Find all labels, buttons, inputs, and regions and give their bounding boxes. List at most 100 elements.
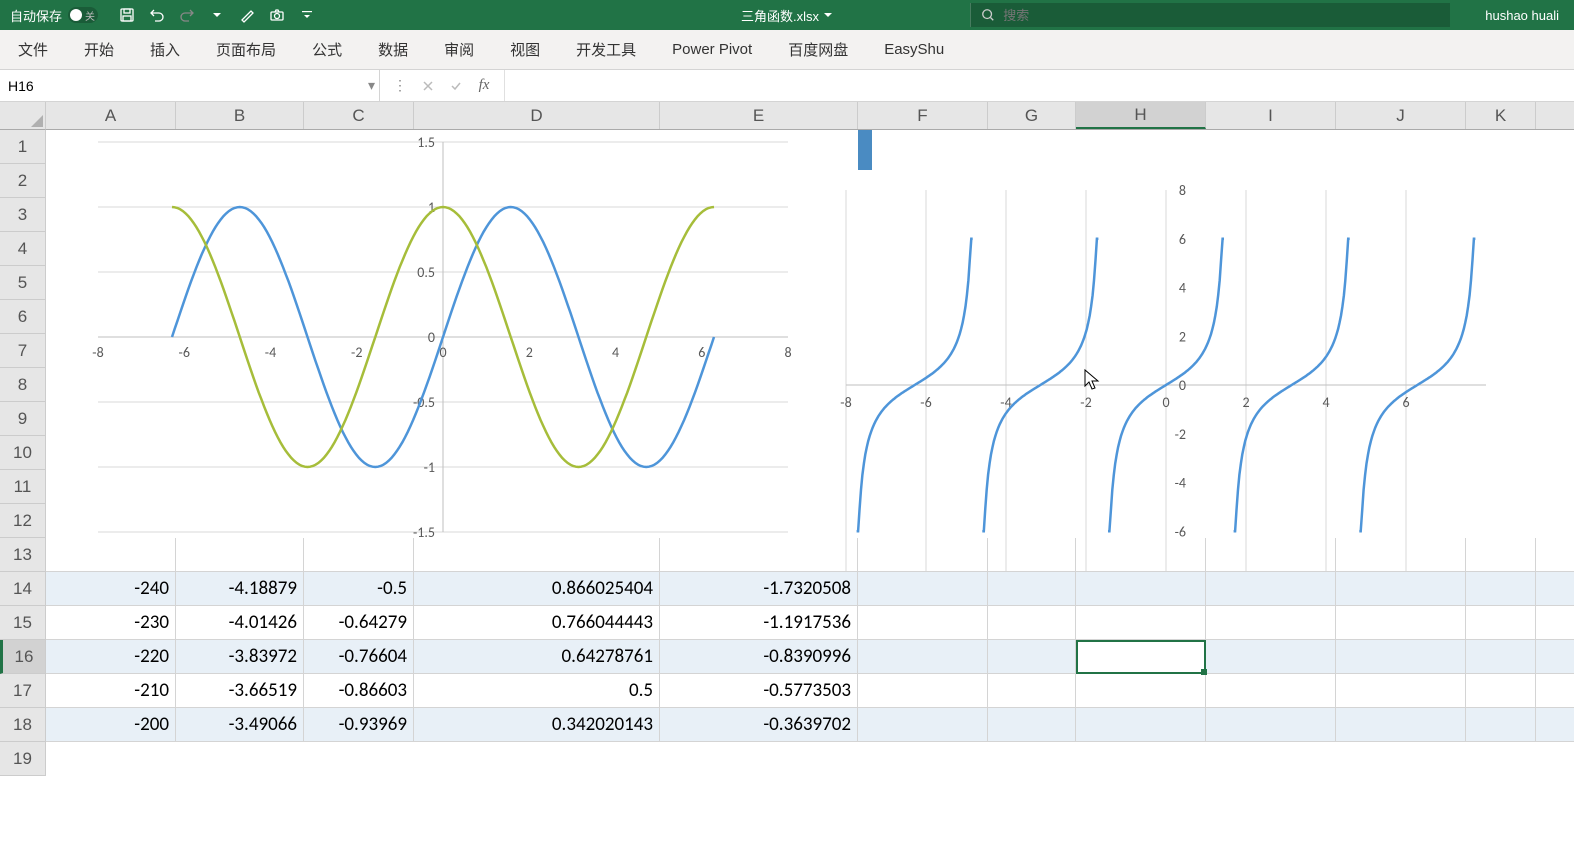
table-row[interactable]: -220-3.83972-0.766040.64278761-0.8390996 <box>46 640 1574 674</box>
col-header-G[interactable]: G <box>988 102 1076 129</box>
row-header-9[interactable]: 9 <box>0 402 45 436</box>
cell[interactable]: 0.766044443 <box>414 606 660 639</box>
tab-开发工具[interactable]: 开发工具 <box>558 30 654 69</box>
table-row[interactable]: -210-3.66519-0.866030.5-0.5773503 <box>46 674 1574 708</box>
save-icon[interactable] <box>114 2 140 28</box>
row-header-13[interactable]: 13 <box>0 538 45 572</box>
handle-icon[interactable]: ⋮ <box>388 74 412 98</box>
cell[interactable]: -1.7320508 <box>660 572 858 605</box>
cell[interactable] <box>1466 572 1536 605</box>
cell[interactable] <box>1336 538 1466 571</box>
row-header-5[interactable]: 5 <box>0 266 45 300</box>
autosave-toggle[interactable]: 关 <box>68 7 98 23</box>
cell[interactable] <box>1466 606 1536 639</box>
row-header-19[interactable]: 19 <box>0 742 45 776</box>
cell[interactable]: -210 <box>46 674 176 707</box>
search-input[interactable] <box>1003 8 1440 23</box>
cell[interactable] <box>1206 572 1336 605</box>
cell[interactable]: -0.5773503 <box>660 674 858 707</box>
table-row[interactable] <box>46 538 1574 572</box>
cell[interactable]: -0.64279 <box>304 606 414 639</box>
cell[interactable]: 0.342020143 <box>414 708 660 741</box>
tab-页面布局[interactable]: 页面布局 <box>198 30 294 69</box>
cell[interactable] <box>858 708 988 741</box>
cell[interactable] <box>858 606 988 639</box>
cell[interactable] <box>858 640 988 673</box>
cell[interactable] <box>1336 674 1466 707</box>
undo-icon[interactable] <box>144 2 170 28</box>
cell[interactable]: -200 <box>46 708 176 741</box>
cell[interactable]: -4.18879 <box>176 572 304 605</box>
cell[interactable] <box>176 538 304 571</box>
cell[interactable] <box>1336 640 1466 673</box>
table-row[interactable]: -240-4.18879-0.50.866025404-1.7320508 <box>46 572 1574 606</box>
row-header-14[interactable]: 14 <box>0 572 45 606</box>
cell[interactable] <box>1206 538 1336 571</box>
row-header-12[interactable]: 12 <box>0 504 45 538</box>
redo-icon[interactable] <box>174 2 200 28</box>
chart-sin-cos[interactable]: -8-6-4-202468-1.5-1-0.500.511.5 <box>58 132 808 542</box>
cell[interactable] <box>1336 572 1466 605</box>
cell[interactable] <box>1206 606 1336 639</box>
table-row[interactable]: -230-4.01426-0.642790.766044443-1.191753… <box>46 606 1574 640</box>
cell[interactable] <box>660 538 858 571</box>
cell[interactable] <box>1076 674 1206 707</box>
table-row[interactable]: -200-3.49066-0.939690.342020143-0.363970… <box>46 708 1574 742</box>
tab-审阅[interactable]: 审阅 <box>426 30 492 69</box>
name-box[interactable]: H16 ▾ <box>0 70 380 101</box>
row-header-7[interactable]: 7 <box>0 334 45 368</box>
search-box[interactable] <box>970 3 1450 27</box>
row-header-6[interactable]: 6 <box>0 300 45 334</box>
cell[interactable] <box>1466 674 1536 707</box>
tab-视图[interactable]: 视图 <box>492 30 558 69</box>
cell[interactable] <box>1466 640 1536 673</box>
select-all-corner[interactable] <box>0 102 46 130</box>
col-header-A[interactable]: A <box>46 102 176 129</box>
namebox-dropdown-icon[interactable]: ▾ <box>368 77 375 94</box>
row-header-10[interactable]: 10 <box>0 436 45 470</box>
cell[interactable]: 0.5 <box>414 674 660 707</box>
cell[interactable] <box>1336 606 1466 639</box>
col-header-F[interactable]: F <box>858 102 988 129</box>
row-header-3[interactable]: 3 <box>0 198 45 232</box>
cell[interactable]: -3.49066 <box>176 708 304 741</box>
row-header-18[interactable]: 18 <box>0 708 45 742</box>
cell[interactable]: -240 <box>46 572 176 605</box>
chart-tan[interactable]: -8-6-4-20246-8-6-4-202468 <box>836 180 1496 590</box>
qat-dropdown-icon[interactable] <box>204 2 230 28</box>
tab-Power Pivot[interactable]: Power Pivot <box>654 30 770 69</box>
col-header-C[interactable]: C <box>304 102 414 129</box>
cell[interactable]: -3.66519 <box>176 674 304 707</box>
cell[interactable] <box>858 572 988 605</box>
cell[interactable]: -0.5 <box>304 572 414 605</box>
row-header-1[interactable]: 1 <box>0 130 45 164</box>
cell[interactable]: -1.1917536 <box>660 606 858 639</box>
cell[interactable]: -230 <box>46 606 176 639</box>
row-header-2[interactable]: 2 <box>0 164 45 198</box>
cell[interactable] <box>1076 538 1206 571</box>
cell[interactable]: -0.93969 <box>304 708 414 741</box>
enter-icon[interactable] <box>444 74 468 98</box>
cell[interactable] <box>988 640 1076 673</box>
qat-more-icon[interactable] <box>294 2 320 28</box>
cell[interactable] <box>1206 708 1336 741</box>
cell[interactable]: -0.86603 <box>304 674 414 707</box>
col-header-H[interactable]: H <box>1076 102 1206 129</box>
cancel-icon[interactable] <box>416 74 440 98</box>
tab-公式[interactable]: 公式 <box>294 30 360 69</box>
cell[interactable]: -220 <box>46 640 176 673</box>
cell[interactable] <box>414 538 660 571</box>
cell[interactable] <box>46 538 176 571</box>
brush-icon[interactable] <box>234 2 260 28</box>
cell[interactable]: -4.01426 <box>176 606 304 639</box>
cell[interactable]: 0.64278761 <box>414 640 660 673</box>
cell[interactable]: -3.83972 <box>176 640 304 673</box>
cell[interactable] <box>1206 640 1336 673</box>
tab-数据[interactable]: 数据 <box>360 30 426 69</box>
cell[interactable] <box>304 538 414 571</box>
fx-icon[interactable]: fx <box>472 74 496 98</box>
cell[interactable] <box>1466 708 1536 741</box>
cell[interactable]: 0.866025404 <box>414 572 660 605</box>
cell[interactable]: -0.8390996 <box>660 640 858 673</box>
cell[interactable] <box>858 538 988 571</box>
